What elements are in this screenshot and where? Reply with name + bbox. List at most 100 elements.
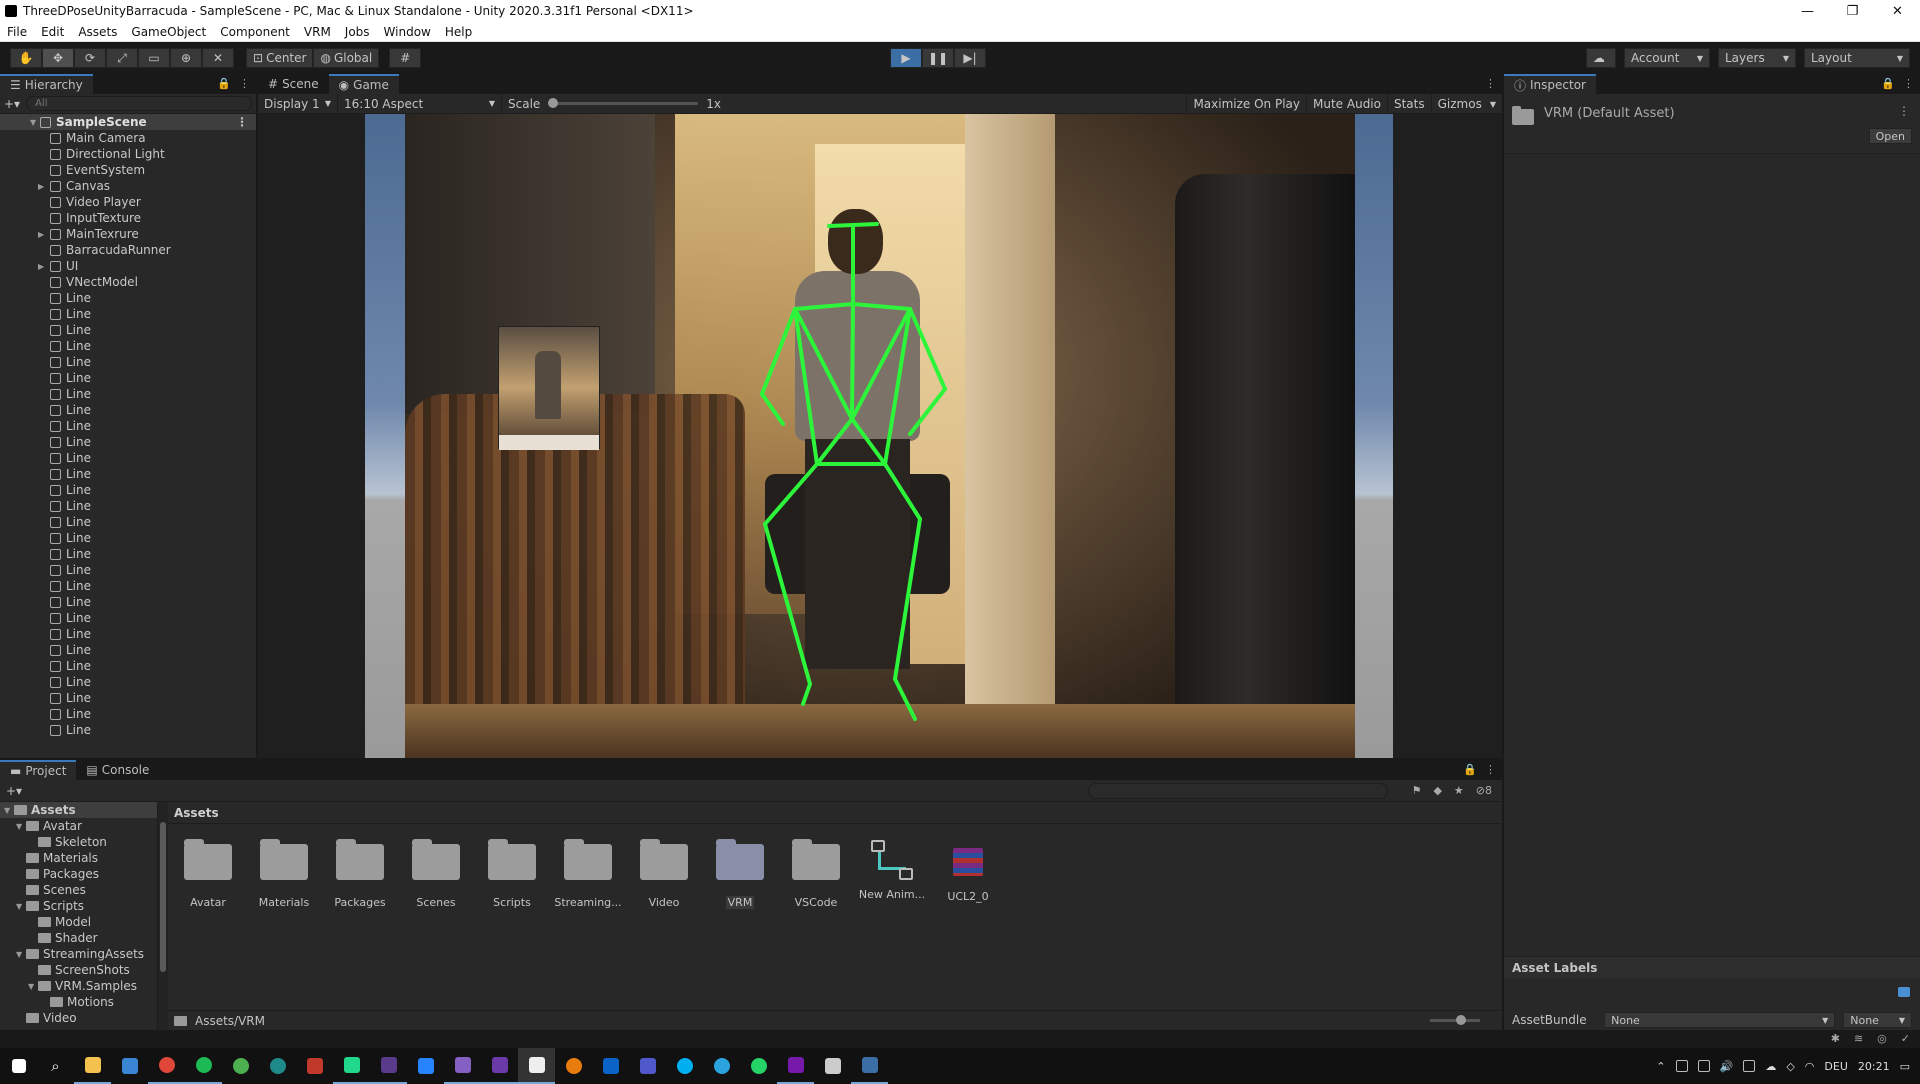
hierarchy-item[interactable]: Line xyxy=(0,450,256,466)
asset-item[interactable]: Video xyxy=(626,838,702,909)
spotify-icon[interactable] xyxy=(185,1048,222,1084)
menu-gameobject[interactable]: GameObject xyxy=(124,25,213,39)
kebab-menu-icon[interactable]: ⋮ xyxy=(239,77,250,90)
project-tree-item[interactable]: Packages xyxy=(0,866,157,882)
kebab-menu-icon[interactable]: ⋮ xyxy=(1485,763,1496,776)
asset-item[interactable]: Packages xyxy=(322,838,398,909)
hierarchy-item[interactable]: Line xyxy=(0,498,256,514)
volume-icon[interactable]: 🔊 xyxy=(1720,1060,1734,1073)
hierarchy-item[interactable]: Line xyxy=(0,466,256,482)
game-viewport[interactable] xyxy=(258,114,1502,758)
kebab-menu-icon[interactable]: ⋮ xyxy=(1485,77,1496,90)
language-indicator[interactable]: DEU xyxy=(1824,1060,1847,1073)
asset-item[interactable]: Streaming... xyxy=(550,838,626,909)
asset-item[interactable]: Materials xyxy=(246,838,322,909)
app-red-icon[interactable] xyxy=(296,1048,333,1084)
hand-tool-icon[interactable]: ✋ xyxy=(10,48,42,68)
unity-hub-icon[interactable] xyxy=(814,1048,851,1084)
hierarchy-item[interactable]: Main Camera xyxy=(0,130,256,146)
unity-icon[interactable] xyxy=(518,1048,555,1084)
outlook-icon[interactable] xyxy=(592,1048,629,1084)
project-search-input[interactable] xyxy=(1088,783,1388,799)
rect-tool-icon[interactable]: ▭ xyxy=(138,48,170,68)
powershell-icon[interactable] xyxy=(370,1048,407,1084)
hierarchy-item[interactable]: Line xyxy=(0,514,256,530)
hierarchy-item[interactable]: ▶ Canvas xyxy=(0,178,256,194)
hierarchy-item[interactable]: Line xyxy=(0,386,256,402)
bug-icon[interactable]: ✱ xyxy=(1831,1032,1840,1045)
close-button[interactable]: ✕ xyxy=(1875,0,1920,22)
asset-variant-dropdown[interactable]: None ▼ xyxy=(1843,1012,1912,1028)
label-tag-icon[interactable] xyxy=(1898,987,1910,997)
telegram-icon[interactable] xyxy=(703,1048,740,1084)
kebab-menu-icon[interactable]: ⋮ xyxy=(236,115,248,129)
hierarchy-item[interactable]: Line xyxy=(0,370,256,386)
chevron-up-icon[interactable]: ⌃ xyxy=(1656,1060,1665,1073)
check-icon[interactable]: ✓ xyxy=(1901,1032,1910,1045)
project-tree-item[interactable]: ▼ StreamingAssets xyxy=(0,946,157,962)
clock[interactable]: 20:21 xyxy=(1858,1060,1890,1073)
expand-arrow-icon[interactable]: ▶ xyxy=(38,182,48,191)
hierarchy-item[interactable]: Line xyxy=(0,626,256,642)
layers-dropdown[interactable]: Layers ▼ xyxy=(1718,48,1796,68)
scrollbar-thumb[interactable] xyxy=(160,822,166,972)
expand-arrow-icon[interactable]: ▶ xyxy=(38,230,48,239)
tab-project[interactable]: ▬ Project xyxy=(0,760,77,780)
cloud-button[interactable]: ☁ xyxy=(1586,48,1616,68)
menu-vrm[interactable]: VRM xyxy=(297,25,338,39)
maximize-button[interactable]: ❐ xyxy=(1830,0,1875,22)
hierarchy-item[interactable]: Line xyxy=(0,674,256,690)
minimize-button[interactable]: — xyxy=(1785,0,1830,22)
expand-arrow-icon[interactable]: ▼ xyxy=(16,822,26,831)
skype-icon[interactable] xyxy=(666,1048,703,1084)
layout-dropdown[interactable]: Layout ▼ xyxy=(1804,48,1910,68)
project-tree-item[interactable]: Skeleton xyxy=(0,834,157,850)
hierarchy-item[interactable]: Directional Light xyxy=(0,146,256,162)
menu-edit[interactable]: Edit xyxy=(34,25,71,39)
icon-size-slider-knob[interactable] xyxy=(1456,1015,1466,1025)
expand-arrow-icon[interactable]: ▼ xyxy=(28,982,38,991)
gizmos-dropdown[interactable]: Gizmos ▼ xyxy=(1430,94,1502,114)
hierarchy-item[interactable]: Line xyxy=(0,418,256,434)
app-teal-icon[interactable] xyxy=(259,1048,296,1084)
blender-icon[interactable] xyxy=(555,1048,592,1084)
add-icon[interactable]: +▾ xyxy=(4,97,20,111)
project-tree-item[interactable]: Scenes xyxy=(0,882,157,898)
scale-tool-icon[interactable]: ⤢ xyxy=(106,48,138,68)
account-dropdown[interactable]: Account ▼ xyxy=(1624,48,1710,68)
project-tree-item[interactable]: ▼ Assets xyxy=(0,802,157,818)
hierarchy-item[interactable]: Line xyxy=(0,546,256,562)
project-tree-item[interactable]: Motions xyxy=(0,994,157,1010)
hierarchy-item[interactable]: Line xyxy=(0,354,256,370)
windows-start-icon[interactable] xyxy=(0,1048,37,1084)
asset-item[interactable]: VSCode xyxy=(778,838,854,909)
visual-studio-2-icon[interactable] xyxy=(481,1048,518,1084)
terminal-icon[interactable] xyxy=(851,1048,888,1084)
hierarchy-item[interactable]: Line xyxy=(0,338,256,354)
asset-item[interactable]: Scenes xyxy=(398,838,474,909)
onenote-icon[interactable] xyxy=(777,1048,814,1084)
hierarchy-item[interactable]: Line xyxy=(0,290,256,306)
icon-size-slider[interactable] xyxy=(1430,1015,1480,1025)
battery-icon[interactable] xyxy=(1697,1060,1710,1072)
tab-scene[interactable]: # Scene xyxy=(258,74,329,94)
whatsapp-icon[interactable] xyxy=(740,1048,777,1084)
project-tree-item[interactable]: Model xyxy=(0,914,157,930)
hierarchy-search-input[interactable] xyxy=(26,96,252,111)
menu-assets[interactable]: Assets xyxy=(71,25,124,39)
hierarchy-item[interactable]: BarracudaRunner xyxy=(0,242,256,258)
desktop-icon[interactable] xyxy=(111,1048,148,1084)
menu-help[interactable]: Help xyxy=(438,25,479,39)
visual-studio-icon[interactable] xyxy=(444,1048,481,1084)
menu-window[interactable]: Window xyxy=(377,25,438,39)
pivot-center-button[interactable]: ⊡ Center xyxy=(246,48,314,68)
maximize-on-play-toggle[interactable]: Maximize On Play xyxy=(1186,94,1306,114)
network-icon[interactable] xyxy=(1675,1060,1688,1072)
hierarchy-item[interactable]: VNectModel xyxy=(0,274,256,290)
asset-item[interactable]: New Anim... xyxy=(854,838,930,909)
rotate-tool-icon[interactable]: ⟳ xyxy=(74,48,106,68)
dropbox-icon[interactable]: ◇ xyxy=(1786,1060,1794,1073)
hierarchy-item[interactable]: Line xyxy=(0,306,256,322)
menu-component[interactable]: Component xyxy=(213,25,297,39)
filter-label-icon[interactable]: ◆ xyxy=(1433,784,1441,797)
